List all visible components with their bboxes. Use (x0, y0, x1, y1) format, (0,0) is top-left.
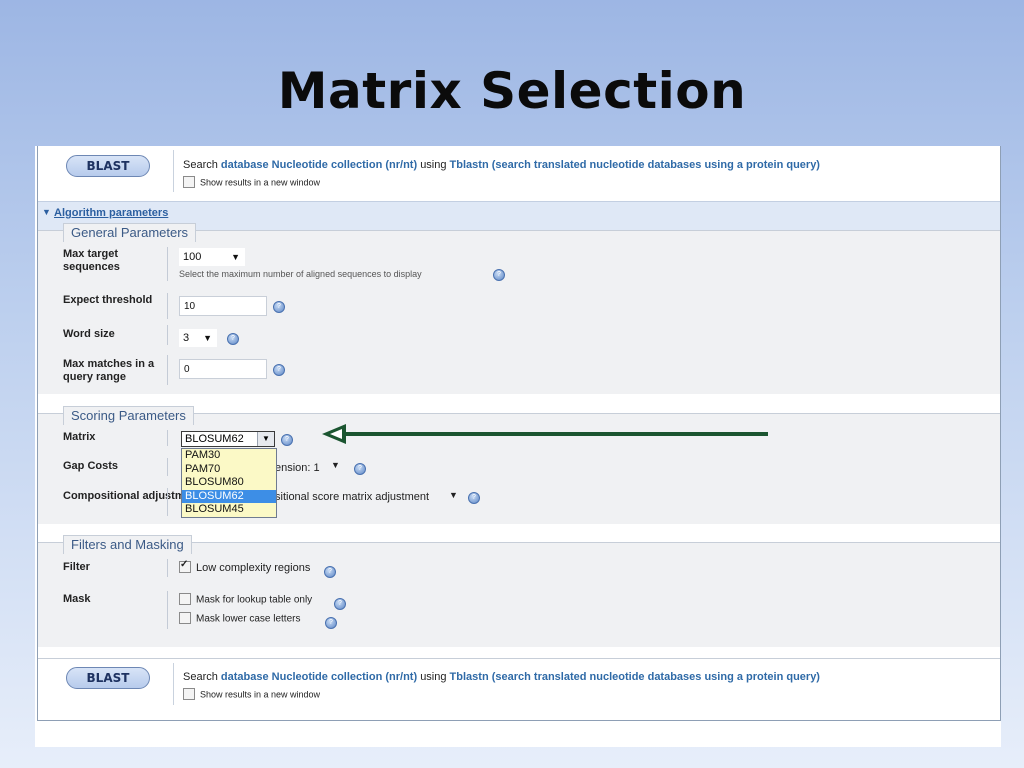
field-divider (167, 488, 168, 516)
mask-label: Mask (63, 593, 91, 605)
help-icon[interactable]: ? (493, 269, 505, 281)
matrix-option[interactable]: BLOSUM45 (182, 503, 276, 517)
field-divider (167, 430, 168, 446)
search-prefix: Search (183, 159, 218, 171)
new-window-checkbox[interactable] (183, 176, 195, 188)
matrix-select[interactable]: BLOSUM62 ▼ (181, 431, 275, 447)
program-link[interactable]: Tblastn (search translated nucleotide da… (450, 159, 820, 171)
word-size-label: Word size (63, 328, 115, 340)
blast-row-top: BLAST Search database Nucleotide collect… (38, 146, 1000, 196)
expect-threshold-label: Expect threshold (63, 294, 153, 306)
field-divider (167, 458, 168, 476)
matrix-option[interactable]: PAM30 (182, 449, 276, 463)
help-icon[interactable]: ? (227, 333, 239, 345)
new-window-label: Show results in a new window (200, 689, 321, 700)
compositional-value[interactable]: sitional score matrix adjustment (275, 491, 429, 503)
matrix-dropdown-list: PAM30 PAM70 BLOSUM80 BLOSUM62 BLOSUM45 (181, 448, 277, 518)
help-icon[interactable]: ? (273, 364, 285, 376)
filters-masking-legend: Filters and Masking (63, 535, 192, 554)
mask-lower-option[interactable]: Mask lower case letters (179, 612, 301, 625)
help-icon[interactable]: ? (354, 463, 366, 475)
chevron-down-icon[interactable]: ▼ (257, 432, 274, 446)
filter-label: Filter (63, 561, 90, 573)
matrix-option[interactable]: BLOSUM80 (182, 476, 276, 490)
gap-costs-value[interactable]: ension: 1 (275, 462, 320, 474)
blast-button-bottom[interactable]: BLAST (66, 667, 150, 689)
field-divider (167, 591, 168, 629)
max-target-value: 100 (183, 251, 202, 263)
low-complexity-label: Low complexity regions (196, 562, 311, 574)
matrix-option[interactable]: PAM70 (182, 463, 276, 477)
scoring-parameters-legend: Scoring Parameters (63, 406, 194, 425)
word-size-value: 3 (183, 332, 190, 344)
annotation-arrow-shaft (332, 432, 768, 436)
matrix-label: Matrix (63, 431, 96, 443)
search-description-top: Search database Nucleotide collection (n… (183, 159, 820, 171)
divider (173, 663, 174, 705)
expand-triangle-icon[interactable]: ▼ (42, 207, 51, 217)
blast-row-bottom: BLAST Search database Nucleotide collect… (38, 658, 1000, 709)
max-target-select[interactable]: 100 ▼ (179, 248, 245, 266)
chevron-down-icon: ▼ (203, 333, 212, 343)
mask-lookup-option[interactable]: Mask for lookup table only (179, 593, 313, 606)
mask-lower-checkbox[interactable] (179, 612, 191, 624)
mask-lookup-label: Mask for lookup table only (196, 594, 313, 606)
filters-masking-section: Filters and Masking Filter Low complexit… (38, 535, 1000, 647)
help-icon[interactable]: ? (468, 492, 480, 504)
field-divider (167, 293, 168, 319)
mask-lower-label: Mask lower case letters (196, 613, 301, 625)
database-link[interactable]: database Nucleotide collection (nr/nt) (221, 159, 417, 171)
word-size-select[interactable]: 3 ▼ (179, 329, 217, 347)
field-divider (167, 559, 168, 577)
search-description-bottom: Search database Nucleotide collection (n… (183, 671, 820, 683)
help-icon[interactable]: ? (281, 434, 293, 446)
gap-costs-label: Gap Costs (63, 460, 119, 472)
field-divider (167, 355, 168, 385)
using-text: using (420, 671, 447, 683)
mask-lookup-checkbox[interactable] (179, 593, 191, 605)
program-link[interactable]: Tblastn (search translated nucleotide da… (450, 671, 820, 683)
algorithm-parameters-toggle[interactable]: Algorithm parameters (54, 207, 168, 219)
expect-threshold-input[interactable]: 10 (179, 296, 267, 316)
general-parameters-legend: General Parameters (63, 223, 197, 242)
general-parameters-section: General Parameters Max target sequences … (38, 223, 1000, 394)
blast-screenshot: BLAST Search database Nucleotide collect… (35, 146, 1001, 747)
annotation-arrow-notch (330, 429, 342, 439)
blast-button-top[interactable]: BLAST (66, 155, 150, 177)
matrix-selected-value: BLOSUM62 (185, 433, 244, 445)
slide-title: Matrix Selection (277, 62, 747, 120)
max-matches-label: Max matches in a query range (63, 358, 155, 383)
chevron-down-icon[interactable]: ▼ (331, 460, 340, 470)
field-divider (167, 325, 168, 345)
low-complexity-option[interactable]: Low complexity regions (179, 559, 311, 574)
divider (173, 150, 174, 192)
max-target-label: Max target sequences (63, 248, 120, 273)
low-complexity-checkbox[interactable] (179, 559, 191, 574)
help-icon[interactable]: ? (324, 566, 336, 578)
max-target-hint: Select the maximum number of aligned seq… (179, 269, 422, 279)
help-icon[interactable]: ? (325, 617, 337, 629)
using-text: using (420, 159, 447, 171)
matrix-option-highlighted[interactable]: BLOSUM62 (182, 489, 276, 503)
new-window-option-top[interactable]: Show results in a new window (183, 176, 321, 189)
help-icon[interactable]: ? (273, 301, 285, 313)
chevron-down-icon: ▼ (231, 252, 240, 262)
database-link[interactable]: database Nucleotide collection (nr/nt) (221, 671, 417, 683)
new-window-option-bottom[interactable]: Show results in a new window (183, 688, 321, 701)
new-window-checkbox[interactable] (183, 688, 195, 700)
help-icon[interactable]: ? (334, 598, 346, 610)
max-matches-input[interactable]: 0 (179, 359, 267, 379)
chevron-down-icon[interactable]: ▼ (449, 490, 458, 500)
new-window-label: Show results in a new window (200, 177, 321, 188)
search-prefix: Search (183, 671, 218, 683)
field-divider (167, 247, 168, 281)
